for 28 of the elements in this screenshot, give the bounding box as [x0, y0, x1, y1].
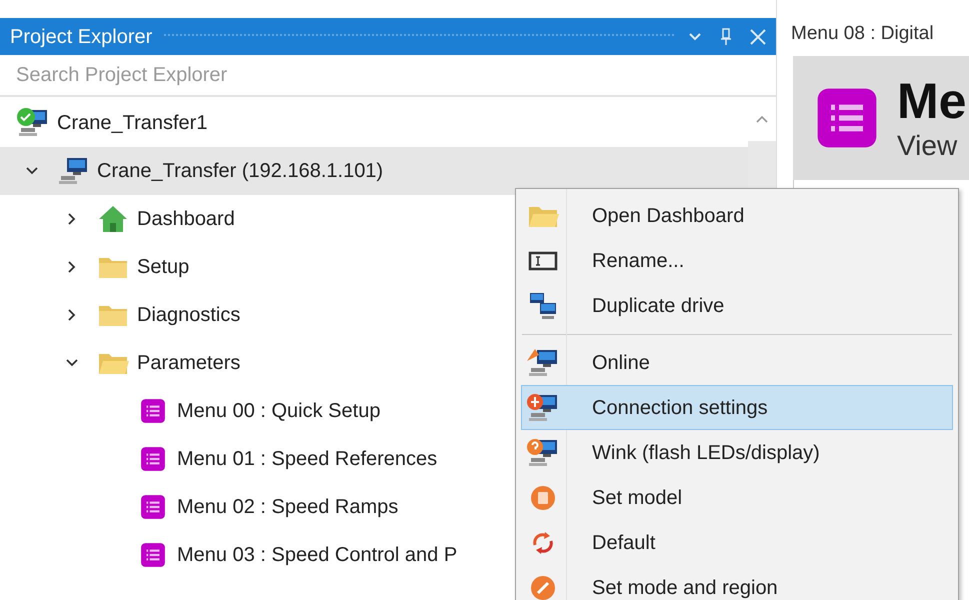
document-subheading: View	[897, 132, 958, 160]
tree-item-label: Crane_Transfer1	[57, 111, 208, 136]
close-icon[interactable]	[750, 28, 766, 44]
tree-item-label: Diagnostics	[137, 303, 240, 328]
two-computers-icon	[528, 290, 558, 320]
model-chip-icon	[529, 484, 557, 512]
pin-icon[interactable]	[720, 28, 732, 46]
tree-item-label: Menu 00 : Quick Setup	[177, 399, 380, 424]
house-icon	[97, 204, 129, 234]
tree-item-label: Parameters	[137, 351, 240, 376]
rename-icon	[528, 250, 558, 272]
document-tab[interactable]: Menu 08 : Digital	[777, 20, 969, 56]
menu-list-icon	[140, 446, 166, 472]
tree-item-label: Menu 01 : Speed References	[177, 447, 438, 472]
menu-list-icon	[140, 398, 166, 424]
tree-item[interactable]: Crane_Transfer (192.168.1.101)	[0, 147, 748, 195]
menu-list-icon	[815, 86, 879, 150]
panel-title: Project Explorer	[10, 24, 152, 50]
pencil-circle-icon	[529, 574, 557, 600]
tree-item-label: Setup	[137, 255, 190, 280]
menu-list-icon	[140, 494, 166, 520]
tree-item-label: Menu 03 : Speed Control and P	[177, 543, 458, 568]
document-heading: Me	[897, 76, 966, 126]
tree-item-label: Menu 02 : Speed Ramps	[177, 495, 398, 520]
menu-item[interactable]: Connection settings	[521, 385, 953, 430]
menu-list-icon	[140, 542, 166, 568]
tree-item-label: Dashboard	[137, 207, 235, 232]
tree-item-label: Crane_Transfer (192.168.1.101)	[97, 159, 384, 184]
